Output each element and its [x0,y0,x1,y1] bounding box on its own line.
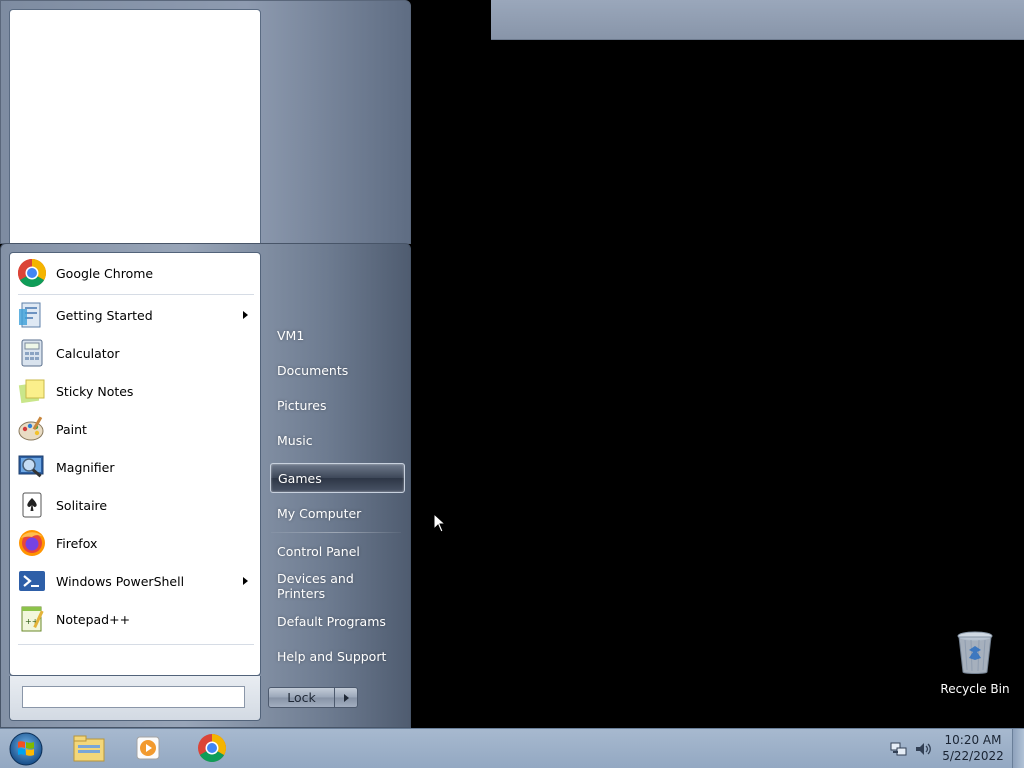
chrome-icon [16,257,48,289]
program-windows-powershell[interactable]: Windows PowerShell [14,563,258,599]
jump-list-content [9,9,261,245]
right-item-control-panel[interactable]: Control Panel [270,536,405,566]
desktop-icon-label: Recycle Bin [940,682,1010,696]
right-item-vm1[interactable]: VM1 [270,320,405,350]
start-menu: Google Chrome Getting Started Calculator… [0,243,411,728]
program-google-chrome[interactable]: Google Chrome [14,255,258,291]
clock-time: 10:20 AM [944,733,1002,747]
chrome-icon [197,733,227,766]
right-item-default-programs[interactable]: Default Programs [270,606,405,636]
file-explorer-icon [72,733,106,766]
volume-icon[interactable] [914,740,932,758]
programs-pane: Google Chrome Getting Started Calculator… [9,252,261,676]
right-item-help-and-support[interactable]: Help and Support [270,641,405,671]
lock-button[interactable]: Lock [268,687,335,708]
system-clock[interactable]: 10:20 AM 5/22/2022 [936,732,1010,766]
program-label: Calculator [56,345,120,361]
program-label: Firefox [56,535,98,551]
program-sticky-notes[interactable]: Sticky Notes [14,373,258,409]
program-label: Solitaire [56,497,108,513]
program-label: Notepad++ [56,611,131,627]
submenu-arrow-icon [243,311,248,319]
divider [18,294,254,295]
clock-date: 5/22/2022 [942,749,1004,763]
magnifier-icon [16,451,48,483]
program-paint[interactable]: Paint [14,411,258,447]
mouse-cursor-icon [433,512,447,536]
recycle-bin-icon [955,630,995,679]
sticky-notes-icon [16,375,48,407]
right-item-games[interactable]: Games [270,463,405,493]
desktop-icon-recycle-bin[interactable]: Recycle Bin [940,630,1010,700]
window-top-strip [491,0,1024,40]
notepad-plus-plus-icon: ++ [16,603,48,635]
right-item-devices-and-printers[interactable]: Devices and Printers [270,571,405,601]
taskbar [0,728,1024,768]
program-getting-started[interactable]: Getting Started [14,297,258,333]
right-item-pictures[interactable]: Pictures [270,390,405,420]
solitaire-icon [16,489,48,521]
jump-list-panel [0,0,411,245]
right-item-documents[interactable]: Documents [270,355,405,385]
chevron-right-icon [343,693,349,702]
program-label: Magnifier [56,459,115,475]
program-label: Google Chrome [56,265,154,281]
taskbar-media-player[interactable] [120,731,178,767]
program-label: Sticky Notes [56,383,134,399]
program-firefox[interactable]: Firefox [14,525,258,561]
right-item-music[interactable]: Music [270,425,405,455]
program-magnifier[interactable]: Magnifier [14,449,258,485]
taskbar-google-chrome[interactable] [183,731,241,767]
program-label: Getting Started [56,307,153,323]
program-solitaire[interactable]: Solitaire [14,487,258,523]
program-notepad-plus-plus[interactable]: ++ Notepad++ [14,601,258,637]
submenu-arrow-icon [243,577,248,585]
shutdown-options-button[interactable] [335,687,358,708]
paint-icon [16,413,48,445]
program-label: Paint [56,421,87,437]
program-calculator[interactable]: Calculator [14,335,258,371]
divider [271,532,401,533]
search-input[interactable] [22,686,245,708]
show-desktop-button[interactable] [1012,729,1024,768]
program-label: Windows PowerShell [56,573,185,589]
divider [18,644,254,645]
network-icon[interactable] [890,740,908,758]
right-item-my-computer[interactable]: My Computer [270,498,405,528]
powershell-icon [16,565,48,597]
windows-logo-icon [8,731,44,768]
taskbar-file-explorer[interactable] [60,731,118,767]
start-button[interactable] [6,731,46,768]
calculator-icon [16,337,48,369]
getting-started-icon [16,299,48,331]
media-player-icon [134,733,164,766]
search-area [9,676,261,721]
firefox-icon [16,527,48,559]
